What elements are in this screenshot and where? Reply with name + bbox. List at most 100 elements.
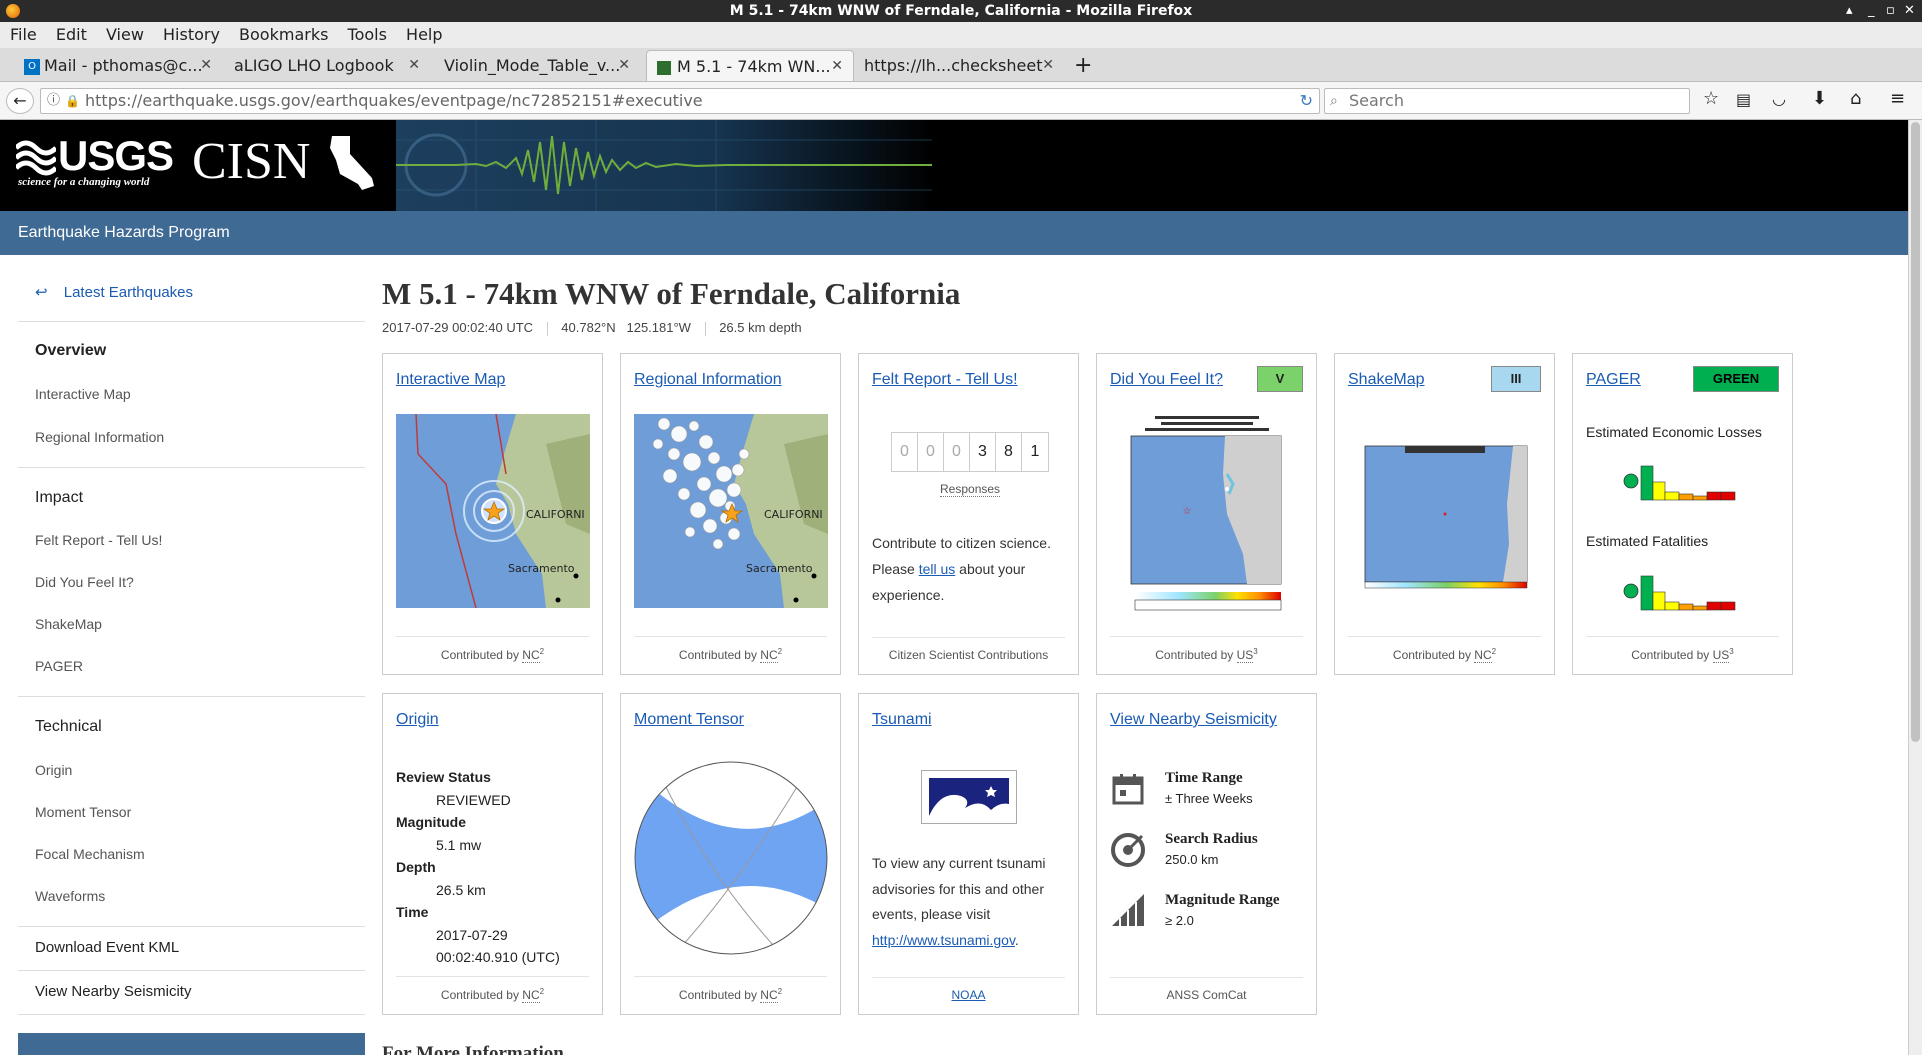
view-nearby-seismicity-link[interactable]: View Nearby Seismicity — [35, 983, 191, 1000]
dyfi-title[interactable]: Did You Feel It? — [1110, 371, 1223, 389]
tell-us-link[interactable]: tell us — [919, 561, 956, 577]
pager-title[interactable]: PAGER — [1586, 371, 1641, 389]
menu-view[interactable]: View — [106, 22, 144, 48]
tsunami-gov-link[interactable]: http://www.tsunami.gov — [872, 932, 1015, 948]
tab-aligo-logbook[interactable]: aLIGO LHO Logbook ✕ — [222, 50, 430, 81]
vertical-scrollbar[interactable] — [1908, 120, 1922, 1055]
close-tab-icon[interactable]: ✕ — [408, 50, 420, 81]
origin-card[interactable]: Origin Review Status REVIEWED Magnitude … — [382, 693, 603, 1015]
tab-earthquake[interactable]: M 5.1 - 74km WN... ✕ — [646, 50, 854, 81]
sidebar-item-moment-tensor[interactable]: Moment Tensor — [35, 804, 131, 820]
new-tab-icon[interactable]: + — [1072, 50, 1100, 81]
shakemap-thumbnail[interactable] — [1363, 444, 1529, 600]
menu-tools[interactable]: Tools — [348, 22, 387, 48]
menu-file[interactable]: File — [10, 22, 37, 48]
interactive-map-title[interactable]: Interactive Map — [396, 371, 505, 389]
contributed-label: Contributed by — [440, 648, 519, 662]
sidebar-item-dyfi[interactable]: Did You Feel It? — [35, 574, 134, 590]
close-tab-icon[interactable]: ✕ — [200, 50, 212, 81]
program-bar[interactable]: Earthquake Hazards Program — [0, 211, 1908, 255]
close-tab-icon[interactable]: ✕ — [618, 50, 630, 81]
network-code[interactable]: NC — [522, 648, 540, 663]
moment-tensor-title[interactable]: Moment Tensor — [634, 711, 744, 729]
download-kml-link[interactable]: Download Event KML — [35, 939, 179, 956]
tsunami-card[interactable]: Tsunami To view any current tsunami advi… — [858, 693, 1079, 1015]
event-subtitle: 2017-07-29 00:02:40 UTC 40.782°N 125.181… — [382, 320, 802, 336]
origin-title[interactable]: Origin — [396, 711, 439, 729]
moment-tensor-card[interactable]: Moment Tensor Contributed by NC2 — [620, 693, 841, 1015]
close-window-icon[interactable]: ✕ — [1904, 0, 1915, 22]
url-bar[interactable]: ⓘ 🔒 https://earthquake.usgs.gov/earthqua… — [40, 88, 1320, 114]
menu-bookmarks[interactable]: Bookmarks — [239, 22, 328, 48]
restore-icon[interactable]: _ — [1868, 0, 1875, 22]
network-code[interactable]: NC — [522, 988, 540, 1003]
noaa-link[interactable]: NOAA — [951, 988, 985, 1002]
network-code[interactable]: US — [1712, 648, 1730, 663]
interactive-map-card[interactable]: Interactive Map CALIFORNI Sacramento Con… — [382, 353, 603, 675]
tsunami-logo[interactable] — [921, 770, 1017, 824]
nearby-seismicity-card[interactable]: View Nearby Seismicity Time Range ± Thre… — [1096, 693, 1317, 1015]
sidebar-section-impact[interactable]: Impact — [35, 489, 83, 507]
menu-history[interactable]: History — [163, 22, 220, 48]
sidebar-item-pager[interactable]: PAGER — [35, 658, 83, 674]
felt-report-card[interactable]: Felt Report - Tell Us! 0 0 0 3 8 1 Respo… — [858, 353, 1079, 675]
regional-map-thumbnail[interactable]: CALIFORNI Sacramento — [634, 414, 828, 608]
latest-earthquakes-link[interactable]: ↩ Latest Earthquakes — [35, 283, 193, 301]
reading-list-icon[interactable]: ▤ — [1736, 90, 1751, 109]
tsunami-title[interactable]: Tsunami — [872, 711, 932, 729]
beachball-diagram[interactable] — [633, 760, 829, 956]
felt-report-title[interactable]: Felt Report - Tell Us! — [872, 371, 1018, 389]
network-code[interactable]: NC — [760, 988, 778, 1003]
dyfi-map-thumbnail[interactable]: ☆ — [1115, 414, 1299, 614]
window-titlebar: M 5.1 - 74km WNW of Ferndale, California… — [0, 0, 1922, 22]
reload-icon[interactable]: ↻ — [1300, 89, 1313, 113]
tab-mail[interactable]: O Mail - pthomas@c... ✕ — [14, 50, 222, 81]
nearby-seismicity-title[interactable]: View Nearby Seismicity — [1110, 711, 1277, 729]
sidebar-item-felt-report[interactable]: Felt Report - Tell Us! — [35, 532, 162, 548]
card-footer: Contributed by NC2 — [1348, 636, 1541, 663]
close-tab-icon[interactable]: ✕ — [1042, 50, 1054, 81]
magnitude-range-value: ≥ 2.0 — [1165, 913, 1194, 928]
search-input[interactable]: ⌕ Search — [1324, 88, 1690, 114]
info-icon[interactable]: ⓘ — [47, 89, 60, 113]
sidebar-item-origin[interactable]: Origin — [35, 762, 72, 778]
network-code[interactable]: NC — [760, 648, 778, 663]
minimize-icon[interactable]: ▴ — [1846, 0, 1853, 22]
interactive-map-thumbnail[interactable]: CALIFORNI Sacramento — [396, 414, 590, 608]
pocket-icon[interactable]: ◡ — [1772, 89, 1786, 108]
regional-info-title[interactable]: Regional Information — [634, 371, 782, 389]
sidebar-item-regional-information[interactable]: Regional Information — [35, 429, 164, 445]
sidebar-item-waveforms[interactable]: Waveforms — [35, 888, 105, 904]
menu-help[interactable]: Help — [406, 22, 442, 48]
shakemap-title[interactable]: ShakeMap — [1348, 371, 1425, 389]
tab-violin-mode[interactable]: Violin_Mode_Table_v... ✕ — [432, 50, 640, 81]
home-icon[interactable]: ⌂ — [1850, 88, 1861, 109]
hamburger-menu-icon[interactable]: ≡ — [1890, 88, 1905, 109]
outlook-icon: O — [24, 58, 40, 75]
sidebar-section-technical[interactable]: Technical — [35, 718, 102, 736]
network-code[interactable]: US — [1236, 648, 1254, 663]
dyfi-card[interactable]: Did You Feel It? V ☆ Contributed by US3 — [1096, 353, 1317, 675]
responses-label[interactable]: Responses — [940, 482, 1001, 497]
cisn-logo[interactable]: CISN — [188, 132, 388, 192]
sidebar-item-overview[interactable]: Overview — [35, 342, 106, 360]
back-icon[interactable]: ← — [6, 88, 34, 114]
maximize-icon[interactable]: ▫ — [1886, 0, 1895, 22]
regional-info-card[interactable]: Regional Information CALIFORNI Sacrament… — [620, 353, 841, 675]
shakemap-card[interactable]: ShakeMap III Contributed by NC2 — [1334, 353, 1555, 675]
downloads-icon[interactable]: ⬇ — [1812, 88, 1827, 109]
close-tab-icon[interactable]: ✕ — [831, 51, 843, 81]
bookmark-star-icon[interactable]: ☆ — [1703, 88, 1719, 109]
pager-card[interactable]: PAGER GREEN Estimated Economic Losses Es… — [1572, 353, 1793, 675]
scrollbar-thumb[interactable] — [1911, 122, 1920, 742]
seismicity-dot — [726, 482, 742, 498]
menu-edit[interactable]: Edit — [56, 22, 87, 48]
network-code[interactable]: NC — [1474, 648, 1492, 663]
sidebar-item-interactive-map[interactable]: Interactive Map — [35, 386, 131, 402]
sidebar-item-shakemap[interactable]: ShakeMap — [35, 616, 102, 632]
sidebar-item-focal-mechanism[interactable]: Focal Mechanism — [35, 846, 145, 862]
tab-checksheet[interactable]: https://lh...checksheet ✕ — [856, 50, 1064, 81]
seismicity-dot — [727, 527, 741, 541]
economic-losses-histogram — [1623, 465, 1736, 501]
usgs-logo[interactable]: USGS science for a changing world — [16, 132, 174, 188]
